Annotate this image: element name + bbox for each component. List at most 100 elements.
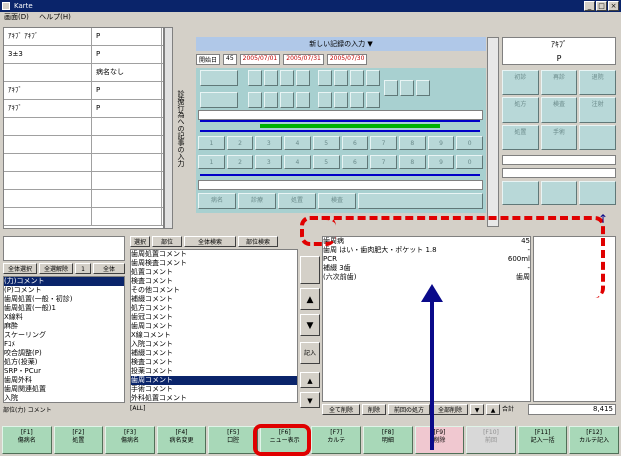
- key-0[interactable]: 0: [456, 136, 484, 150]
- key-9[interactable]: 9: [427, 136, 455, 150]
- list-item[interactable]: 歯冠コメント: [131, 313, 297, 322]
- list-item[interactable]: 処方(投薬): [4, 358, 124, 367]
- list-item[interactable]: その他コメント: [131, 286, 297, 295]
- list-item[interactable]: 歯周処置(一般・初診): [4, 295, 124, 304]
- key-5[interactable]: 5: [312, 155, 340, 169]
- list-item[interactable]: 入院コメント: [131, 340, 297, 349]
- key-btn[interactable]: [280, 92, 294, 108]
- key-btn[interactable]: [334, 70, 348, 86]
- right-dropdown-2[interactable]: [502, 168, 616, 178]
- num-field[interactable]: 45: [223, 54, 237, 65]
- right-btn-2[interactable]: 再診: [540, 70, 578, 96]
- key-btn[interactable]: [264, 92, 278, 108]
- key-3[interactable]: 3: [255, 136, 283, 150]
- key-8[interactable]: 8: [398, 155, 426, 169]
- key-btn[interactable]: [366, 92, 380, 108]
- fkey-f9[interactable]: [F9] 削除: [414, 426, 465, 454]
- minimize-button[interactable]: _: [584, 1, 595, 11]
- comment-list[interactable]: 歯周処置コメント 歯周検査コメント 処置コメント 検査コメント その他コメント …: [130, 249, 298, 403]
- list-item[interactable]: 歯周関連処置: [4, 385, 124, 394]
- fkey-f8[interactable]: [F8] 明細: [363, 426, 413, 454]
- list-item[interactable]: 歯周外科: [4, 376, 124, 385]
- list-item[interactable]: SRP・PCur: [4, 367, 124, 376]
- move-down-button[interactable]: ▼: [300, 314, 320, 336]
- key-btn[interactable]: [200, 92, 238, 108]
- key-btn[interactable]: [248, 70, 262, 86]
- list-item[interactable]: スケーリング: [4, 331, 124, 340]
- scroll-up-button[interactable]: ▲: [300, 372, 320, 388]
- tab-all[interactable]: 全体: [93, 263, 125, 274]
- key-9[interactable]: 9: [427, 155, 455, 169]
- key-7[interactable]: 7: [370, 155, 397, 169]
- maximize-button[interactable]: □: [596, 1, 607, 11]
- tab-one[interactable]: 1: [75, 263, 91, 274]
- table-row[interactable]: [4, 136, 163, 154]
- key-6[interactable]: 6: [341, 136, 369, 150]
- table-row[interactable]: ｱｷﾌﾞ P: [4, 82, 163, 100]
- list-item[interactable]: (力)コメント: [4, 277, 124, 286]
- mid-btn-a[interactable]: 病名: [198, 193, 236, 209]
- list-item[interactable]: 手術コメント: [131, 385, 297, 394]
- right-btn-1[interactable]: 初診: [502, 70, 539, 96]
- delete-button[interactable]: 削除: [362, 404, 386, 415]
- right-btn-7[interactable]: 処置: [502, 124, 539, 150]
- fkey-f4[interactable]: [F4] 病名変更: [156, 426, 207, 454]
- list-item[interactable]: 歯周コメント: [131, 322, 297, 331]
- table-row[interactable]: [4, 208, 163, 226]
- right-lower-btn[interactable]: [579, 181, 617, 205]
- key-btn[interactable]: [400, 80, 414, 96]
- date-field-3[interactable]: 2005/07/30: [326, 54, 368, 65]
- mid-btn-d[interactable]: 検査: [318, 193, 356, 209]
- list-item[interactable]: 補綴コメント: [131, 349, 297, 358]
- fkey-f11[interactable]: [F11] 記入一括: [517, 426, 568, 454]
- delete-all-button[interactable]: 全て削除: [322, 404, 360, 415]
- tab-select-all[interactable]: 全体選択: [3, 263, 37, 274]
- table-row[interactable]: ｱｷﾌﾞ P: [4, 100, 163, 118]
- bottom-down-button[interactable]: ▼: [470, 404, 484, 415]
- close-button[interactable]: ×: [608, 1, 619, 11]
- right-lower-btn[interactable]: [540, 181, 578, 205]
- date-field-1[interactable]: 2005/07/01: [239, 54, 281, 65]
- key-0[interactable]: 0: [456, 155, 484, 169]
- list-item[interactable]: Fｺﾒ: [4, 340, 124, 349]
- list-item[interactable]: 検査コメント: [131, 277, 297, 286]
- right-btn-5[interactable]: 検査: [540, 97, 578, 123]
- menu-display[interactable]: 画面(D): [4, 13, 29, 21]
- key-2[interactable]: 2: [226, 136, 254, 150]
- list-item[interactable]: (P)コメント: [4, 286, 124, 295]
- delete-all-2-button[interactable]: 全部削除: [432, 404, 468, 415]
- key-1[interactable]: 1: [198, 155, 225, 169]
- list-item[interactable]: X線コメント: [131, 331, 297, 340]
- list-item[interactable]: 検査コメント: [131, 358, 297, 367]
- right-btn-8[interactable]: 手術: [540, 124, 578, 150]
- list-item[interactable]: 補綴コメント: [131, 295, 297, 304]
- list-item[interactable]: 歯周処置コメント: [131, 250, 297, 259]
- key-btn[interactable]: [334, 92, 348, 108]
- procedure-list[interactable]: (力)コメント (P)コメント 歯周処置(一般・初診) 歯周処置(一般)1 X線…: [3, 276, 125, 403]
- date-field-2[interactable]: 2005/07/31: [283, 54, 324, 65]
- key-btn[interactable]: [296, 70, 310, 86]
- toolbar-btn-search-part[interactable]: 部位検索: [238, 236, 278, 247]
- bottom-up-button[interactable]: ▲: [486, 404, 500, 415]
- key-btn[interactable]: [264, 70, 278, 86]
- key-btn[interactable]: [366, 70, 380, 86]
- key-btn[interactable]: [200, 70, 238, 86]
- key-btn[interactable]: [318, 70, 332, 86]
- toolbar-btn-select[interactable]: 選択: [130, 236, 150, 247]
- key-btn[interactable]: [384, 80, 398, 96]
- key-btn[interactable]: [318, 92, 332, 108]
- key-btn[interactable]: [296, 92, 310, 108]
- key-3[interactable]: 3: [255, 155, 283, 169]
- insert-button[interactable]: 記入: [300, 342, 320, 364]
- table-row[interactable]: [4, 118, 163, 136]
- fkey-f1[interactable]: [F1] 傷病名: [2, 426, 52, 454]
- list-item[interactable]: 歯周処置(一般)1: [4, 304, 124, 313]
- tab-clear[interactable]: 全選解除: [39, 263, 73, 274]
- right-btn-4[interactable]: 処方: [502, 97, 539, 123]
- key-5[interactable]: 5: [312, 136, 340, 150]
- list-item[interactable]: 投薬コメント: [131, 367, 297, 376]
- key-btn[interactable]: [350, 70, 364, 86]
- fkey-f2[interactable]: [F2] 処置: [53, 426, 104, 454]
- list-item[interactable]: 歯周コメント: [131, 376, 297, 385]
- right-btn-3[interactable]: 退院: [579, 70, 616, 96]
